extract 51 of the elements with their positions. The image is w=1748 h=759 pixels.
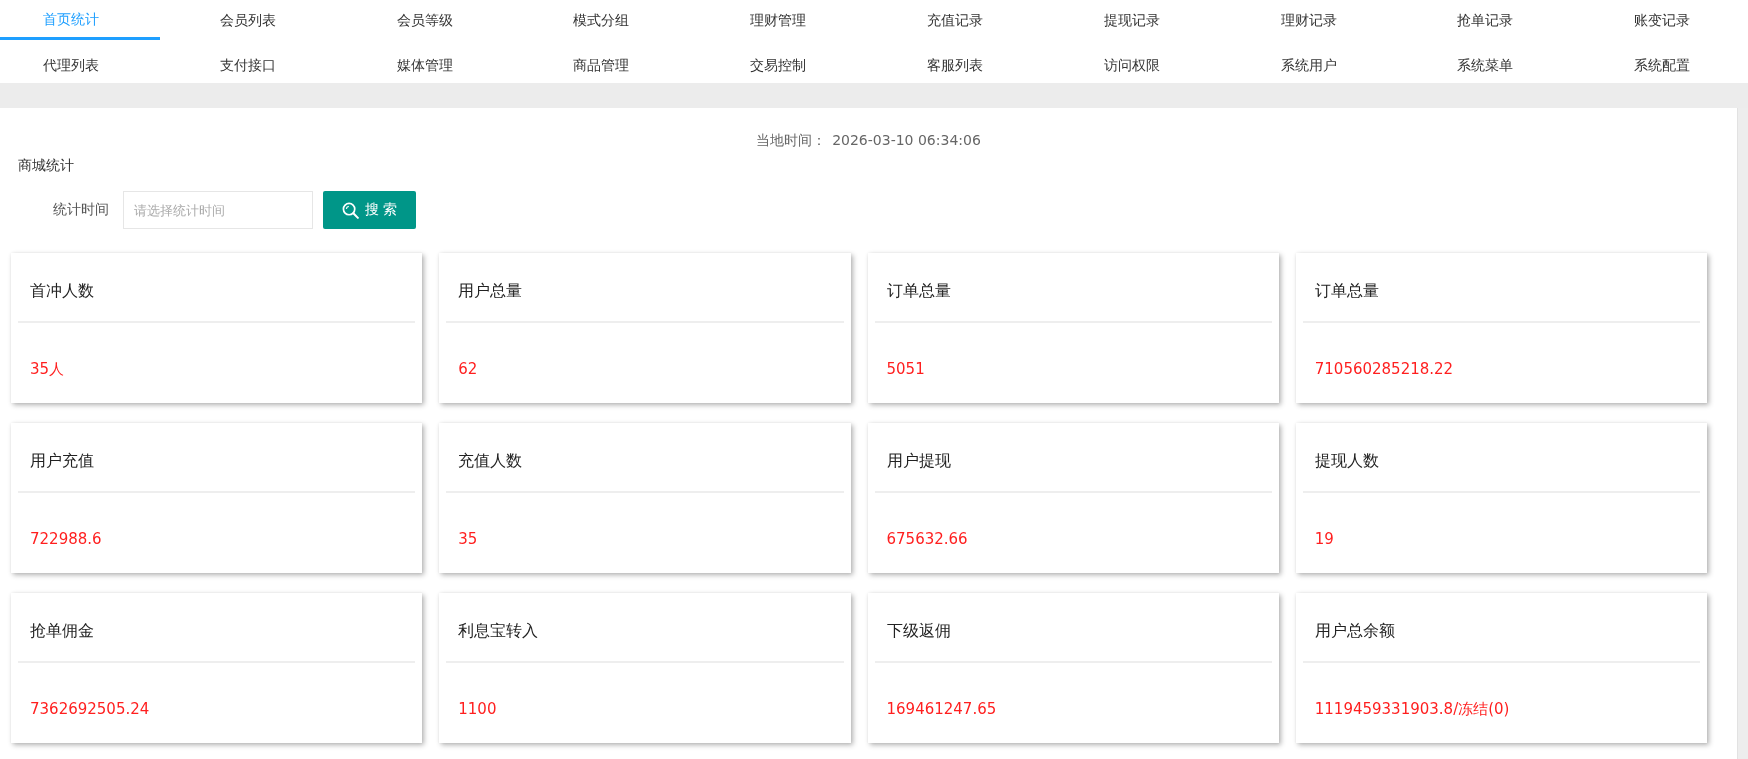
stat-value: 62 bbox=[458, 359, 478, 379]
nav-tab[interactable]: 支付接口 bbox=[219, 55, 276, 75]
nav-tab[interactable]: 充值记录 bbox=[927, 10, 983, 30]
stat-title: 用户总余额 bbox=[1314, 621, 1395, 641]
nav-tab[interactable]: 提现记录 bbox=[1103, 10, 1160, 30]
nav-tab[interactable]: 系统菜单 bbox=[1457, 55, 1514, 75]
section-title: 商城统计 bbox=[18, 156, 74, 174]
stat-title: 下级返佣 bbox=[886, 621, 951, 641]
nav-tab[interactable]: 理财管理 bbox=[750, 10, 807, 30]
stat-title: 订单总量 bbox=[1314, 281, 1379, 301]
nav-tab[interactable]: 会员等级 bbox=[396, 10, 453, 30]
stat-title: 抢单佣金 bbox=[30, 621, 94, 641]
stat-title: 用户提现 bbox=[886, 451, 951, 471]
stat-value: 710560285218.22 bbox=[1314, 359, 1454, 379]
stat-value: 19 bbox=[1314, 529, 1334, 549]
stat-title: 用户总量 bbox=[458, 281, 523, 301]
stat-title: 提现人数 bbox=[1314, 451, 1379, 471]
stat-value: 1119459331903.8/冻结(0) bbox=[1314, 699, 1510, 719]
nav-tab[interactable]: 代理列表 bbox=[43, 55, 99, 75]
search-button[interactable]: 搜 索 bbox=[323, 191, 416, 229]
local-time-value: 2026-03-10 06:34:06 bbox=[832, 131, 981, 149]
nav-tab[interactable]: 系统配置 bbox=[1634, 55, 1691, 75]
stat-value: 675632.66 bbox=[886, 529, 968, 549]
stat-title: 充值人数 bbox=[458, 451, 523, 471]
nav-tab[interactable]: 媒体管理 bbox=[396, 55, 453, 75]
search-icon bbox=[341, 201, 359, 219]
stat-value: 7362692505.24 bbox=[30, 699, 150, 719]
nav-tab[interactable]: 商品管理 bbox=[573, 55, 630, 75]
stat-title: 用户充值 bbox=[30, 451, 94, 471]
stat-value: 722988.6 bbox=[30, 529, 102, 549]
stat-value: 5051 bbox=[886, 359, 925, 379]
nav-tab[interactable]: 交易控制 bbox=[750, 55, 807, 75]
nav-tab[interactable]: 理财记录 bbox=[1280, 10, 1337, 30]
nav-tab[interactable]: 模式分组 bbox=[573, 10, 630, 30]
nav-tab[interactable]: 访问权限 bbox=[1103, 55, 1160, 75]
stat-title: 订单总量 bbox=[886, 281, 951, 301]
scrollbar-track[interactable] bbox=[1737, 108, 1748, 759]
nav-tab[interactable]: 抢单记录 bbox=[1457, 10, 1514, 30]
nav-tab[interactable]: 会员列表 bbox=[219, 10, 276, 30]
nav-tab[interactable]: 客服列表 bbox=[927, 55, 983, 75]
nav-tab[interactable]: 账变记录 bbox=[1634, 10, 1691, 30]
filter-label: 统计时间 bbox=[53, 201, 109, 219]
nav-tab[interactable]: 系统用户 bbox=[1280, 55, 1337, 75]
stat-title: 首冲人数 bbox=[30, 281, 94, 301]
date-field[interactable]: 请选择统计时间 bbox=[123, 191, 313, 229]
stat-value: 35 bbox=[458, 529, 478, 549]
stat-value: 169461247.65 bbox=[886, 699, 997, 719]
stat-value: 1100 bbox=[458, 699, 497, 719]
local-time-label: 当地时间： bbox=[756, 131, 827, 149]
stat-value: 35人 bbox=[30, 359, 65, 379]
stat-title: 利息宝转入 bbox=[458, 621, 539, 641]
